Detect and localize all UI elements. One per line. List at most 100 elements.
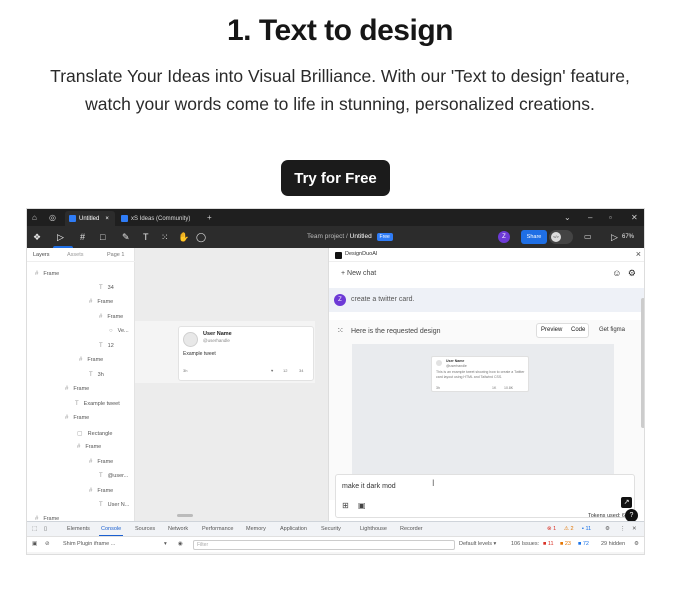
tab-security[interactable]: Security	[321, 526, 341, 532]
layer-item[interactable]: ○ Ve...	[109, 328, 129, 334]
layer-item[interactable]: ▢ Rectangle	[77, 430, 112, 437]
text-cursor-icon: I	[432, 478, 435, 488]
inspect-icon[interactable]: ⬚	[32, 526, 37, 532]
resources-icon[interactable]: ⁙	[161, 231, 169, 243]
shape-tool-icon[interactable]: □	[100, 231, 105, 243]
more-icon[interactable]: ⋮	[620, 526, 626, 532]
dev-mode-toggle[interactable]: </>	[549, 230, 573, 244]
canvas-scrollbar[interactable]	[177, 514, 193, 517]
tab-code[interactable]: Code	[571, 327, 585, 333]
layer-item[interactable]: # Frame	[89, 299, 113, 305]
plugin-scrollbar[interactable]	[641, 298, 644, 428]
prompt-input[interactable]: make it dark mod I ⊞ ▣	[335, 474, 635, 518]
layer-item[interactable]: T Example tweet	[75, 401, 120, 407]
tab-performance[interactable]: Performance	[202, 526, 234, 532]
close-icon[interactable]: ✕	[632, 526, 637, 532]
frame-attach-icon[interactable]: ⊞	[342, 501, 349, 510]
gear-icon[interactable]: ⚙	[605, 526, 610, 532]
layer-item[interactable]: T 12	[99, 343, 114, 349]
hand-tool-icon[interactable]: ✋	[178, 231, 189, 243]
tab-layers[interactable]: Layers	[33, 252, 50, 258]
home-icon[interactable]: ⌂	[32, 212, 37, 223]
layer-item[interactable]: # Frame	[89, 459, 113, 465]
text-tool-icon[interactable]: T	[143, 231, 149, 243]
image-attach-icon[interactable]: ▣	[358, 501, 366, 510]
send-button[interactable]: ↗	[621, 497, 632, 508]
issues-info[interactable]: ■ 72	[578, 541, 589, 547]
tab-assets[interactable]: Assets	[67, 252, 84, 258]
error-badge[interactable]: ⊗ 1	[547, 526, 556, 532]
zoom-level[interactable]: 67%	[622, 234, 634, 240]
card-user-handle: @userhandle	[446, 364, 467, 368]
issues-errors[interactable]: ■ 11	[543, 541, 554, 547]
layer-item[interactable]: T @user...	[99, 473, 128, 479]
layer-item[interactable]: # Frame	[35, 271, 59, 277]
present-icon[interactable]: ▷	[611, 231, 618, 243]
layer-item[interactable]: T 34	[99, 285, 114, 291]
issues-label[interactable]: 106 Issues:	[511, 541, 539, 547]
warning-badge[interactable]: ⚠ 2	[564, 526, 574, 532]
move-tool-icon[interactable]: ▷	[57, 231, 64, 243]
card-user-name: User Name	[446, 359, 465, 363]
close-tab-icon[interactable]: ×	[105, 216, 109, 222]
info-badge[interactable]: ▪ 11	[582, 526, 591, 532]
log-levels-dropdown[interactable]: Default levels ▾	[459, 541, 496, 547]
tweet-card[interactable]: User Name @userhandle Example tweet 3h ♥…	[178, 326, 314, 381]
globe-icon[interactable]: ◎	[49, 212, 56, 223]
library-icon[interactable]: ▭	[584, 232, 592, 241]
avatar[interactable]: Z	[498, 231, 510, 243]
tab-recorder[interactable]: Recorder	[400, 526, 423, 532]
get-figma-button[interactable]: Get figma	[599, 327, 625, 333]
minimize-icon[interactable]: –	[588, 212, 592, 223]
browser-tab-community[interactable]: xS Ideas (Community)	[117, 211, 203, 226]
tab-preview[interactable]: Preview	[541, 327, 562, 333]
devtools-tabs: ⬚ ▯ Elements Console Sources Network Per…	[27, 521, 644, 537]
layer-item[interactable]: # Frame	[79, 357, 103, 363]
tab-memory[interactable]: Memory	[246, 526, 266, 532]
browser-tab-untitled[interactable]: Untitled ×	[65, 211, 115, 226]
layer-item[interactable]: T 3h	[89, 372, 104, 378]
sidebar-toggle-icon[interactable]: ▣	[32, 541, 37, 547]
tab-elements[interactable]: Elements	[67, 526, 90, 532]
console-filter-input[interactable]: Filter	[193, 540, 455, 550]
figma-menu-icon[interactable]: ❖	[33, 231, 41, 243]
section-title: 1. Text to design	[227, 14, 453, 47]
layer-item[interactable]: # Frame	[89, 488, 113, 494]
new-tab-button[interactable]: +	[207, 212, 212, 223]
layer-item[interactable]: # Frame	[77, 444, 101, 450]
restore-icon[interactable]: ▫	[609, 212, 612, 223]
context-selector[interactable]: Shim Plugin iframe ...	[63, 541, 115, 547]
gear-icon[interactable]: ⚙	[628, 268, 636, 278]
design-preview: User Name @userhandle This is an example…	[352, 344, 614, 489]
issues-warnings[interactable]: ■ 23	[560, 541, 571, 547]
try-for-free-button[interactable]: Try for Free	[281, 160, 390, 196]
avatar: Z	[334, 294, 346, 306]
design-canvas[interactable]: User Name @userhandle Example tweet 3h ♥…	[135, 248, 328, 521]
tab-lighthouse[interactable]: Lighthouse	[360, 526, 387, 532]
preview-code-switch: Preview Code	[536, 323, 589, 338]
page-selector[interactable]: Page 1	[107, 252, 124, 258]
close-icon[interactable]: ×	[636, 249, 641, 259]
pen-tool-icon[interactable]: ✎	[122, 231, 130, 243]
layer-item[interactable]: # Frame	[99, 314, 123, 320]
share-button[interactable]: Share	[521, 230, 547, 244]
clear-console-icon[interactable]: ⊘	[45, 541, 50, 547]
tab-application[interactable]: Application	[280, 526, 307, 532]
tab-console[interactable]: Console	[101, 526, 121, 532]
eye-icon[interactable]: ◉	[178, 541, 183, 547]
comment-icon[interactable]: ◯	[196, 231, 206, 243]
new-chat-button[interactable]: + New chat	[341, 270, 376, 277]
layer-item[interactable]: # Frame	[65, 386, 89, 392]
breadcrumb[interactable]: Team project / Untitled Free	[307, 233, 393, 241]
tab-network[interactable]: Network	[168, 526, 188, 532]
device-toggle-icon[interactable]: ▯	[44, 526, 47, 532]
close-window-icon[interactable]: ✕	[631, 212, 638, 223]
frame-tool-icon[interactable]: #	[80, 231, 85, 243]
chevron-down-icon[interactable]: ⌄	[564, 212, 571, 223]
support-icon[interactable]: ☺	[612, 268, 621, 278]
figma-file-icon	[121, 215, 128, 222]
layer-item[interactable]: # Frame	[65, 415, 89, 421]
gear-icon[interactable]: ⚙	[634, 541, 639, 547]
tab-sources[interactable]: Sources	[135, 526, 155, 532]
layer-item[interactable]: T User N...	[99, 502, 129, 508]
